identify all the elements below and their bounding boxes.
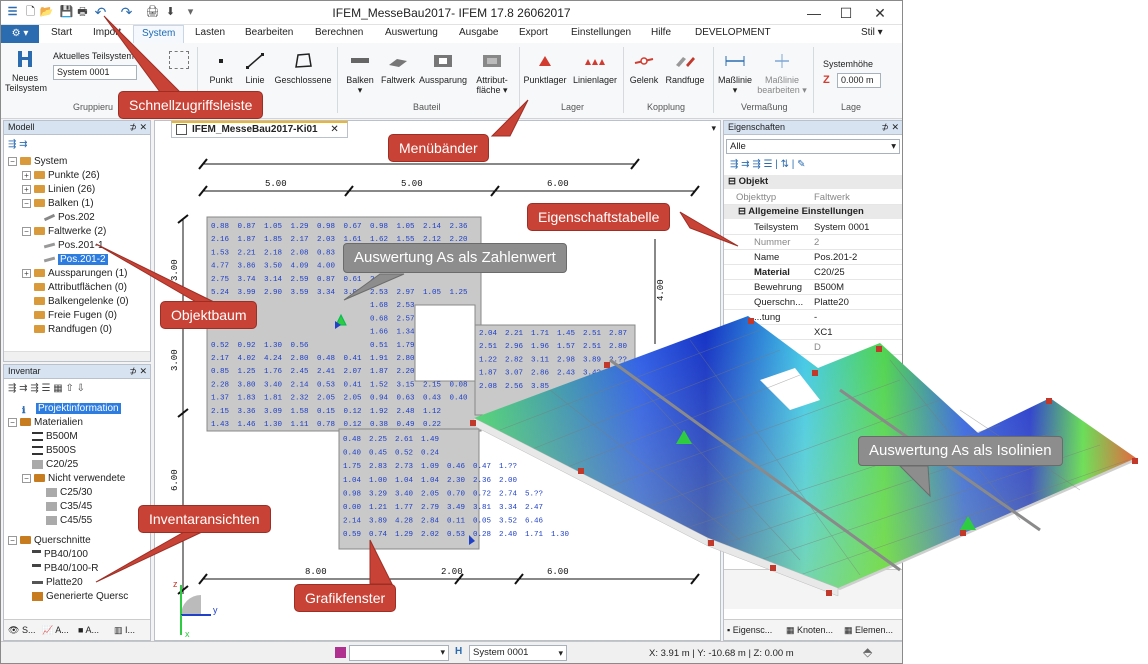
callout-inventory-views: Inventaransichten [138, 505, 271, 533]
callout-quick-access: Schnellzugriffsleiste [118, 91, 264, 119]
callout-ribbons: Menübänder [388, 134, 489, 162]
callout-as-values: Auswertung As als Zahlenwert [343, 243, 567, 273]
callout-graphics-window: Grafikfenster [294, 584, 397, 612]
callout-as-isolines: Auswertung As als Isolinien [858, 436, 1063, 466]
callout-object-tree: Objektbaum [160, 301, 258, 329]
callout-property-table: Eigenschaftstabelle [527, 203, 671, 231]
